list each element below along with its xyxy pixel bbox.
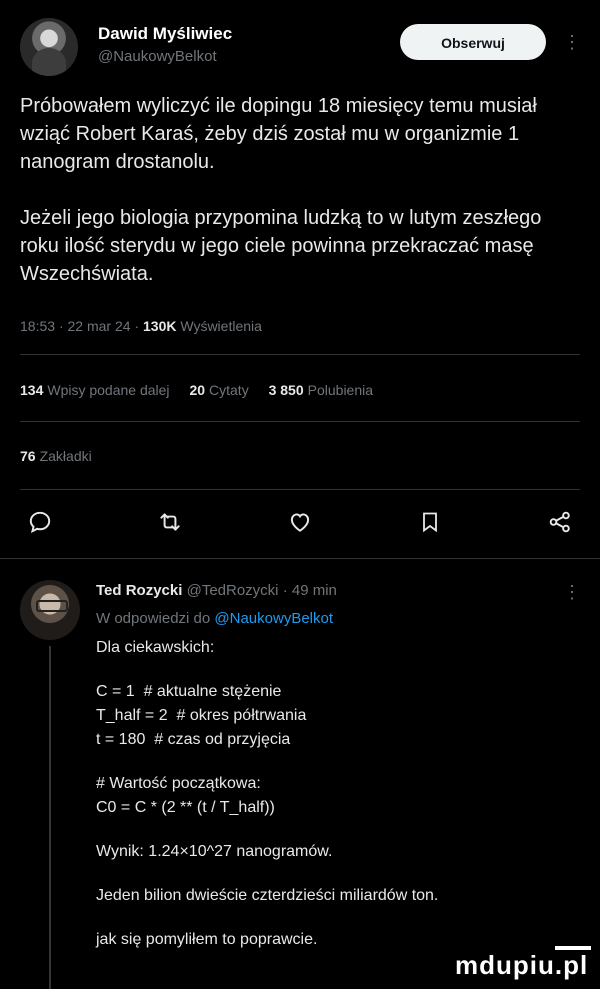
- reply-age[interactable]: 49 min: [292, 582, 337, 599]
- tweet-text: Próbowałem wyliczyć ile dopingu 18 miesi…: [20, 92, 550, 316]
- views-count: 130K: [143, 318, 177, 334]
- divider: [20, 489, 580, 490]
- quotes-label: Cytaty: [209, 382, 249, 398]
- quotes-stat[interactable]: 20 Cytaty: [189, 382, 264, 398]
- quotes-count: 20: [189, 382, 206, 398]
- reposts-label: Wpisy podane dalej: [47, 382, 170, 398]
- reply-author-handle[interactable]: @TedRozycki: [187, 582, 279, 599]
- reply-line: T_half = 2 # okres półtrwania: [96, 707, 307, 724]
- engagement-stats: 134 Wpisy podane dalej 20 Cytaty 3 850 Polu…: [20, 382, 389, 398]
- reply-line: jak się pomyliłem to poprawcie.: [96, 931, 318, 948]
- reply-line: # Wartość początkowa:: [96, 775, 261, 792]
- likes-label: Polubienia: [307, 382, 374, 398]
- reply-line: t = 180 # czas od przyjęcia: [96, 731, 291, 748]
- tweet-paragraph-2: Jeżeli jego biologia przypomina ludzką t…: [20, 207, 542, 285]
- replying-to: W odpowiedzi do @NaukowyBelkot: [96, 610, 333, 627]
- divider: [20, 354, 580, 355]
- tweet-date[interactable]: 22 mar 24: [68, 318, 131, 334]
- reply-line: Dla ciekawskich:: [96, 639, 215, 656]
- author-avatar[interactable]: [20, 18, 78, 76]
- reply-line: Jeden bilion dwieście czterdzieści milia…: [96, 887, 439, 904]
- likes-count: 3 850: [268, 382, 304, 398]
- divider: [20, 421, 580, 422]
- share-icon[interactable]: [540, 502, 580, 542]
- divider: [0, 558, 600, 559]
- reply-line: Wynik: 1.24×10^27 nanogramów.: [96, 843, 333, 860]
- reply-line: C = 1 # aktualne stężenie: [96, 683, 282, 700]
- tweet-meta: 18:53 · 22 mar 24 · 130K Wyświetlenia: [20, 318, 262, 334]
- views-label: Wyświetlenia: [180, 318, 262, 334]
- follow-button[interactable]: Obserwuj: [400, 24, 546, 60]
- replying-to-handle[interactable]: @NaukowyBelkot: [214, 610, 333, 627]
- tweet-time[interactable]: 18:53: [20, 318, 55, 334]
- reply-header: Ted Rozycki @TedRozycki · 49 min: [96, 582, 337, 599]
- more-icon[interactable]: ⋮: [563, 28, 581, 56]
- more-icon[interactable]: ⋮: [563, 582, 581, 603]
- watermark: mdupiu.pl: [455, 950, 589, 980]
- reply-author-name[interactable]: Ted Rozycki: [96, 582, 182, 599]
- repost-icon[interactable]: [150, 502, 190, 542]
- action-bar: [20, 502, 580, 542]
- author-name[interactable]: Dawid Myśliwiec: [98, 24, 232, 44]
- likes-stat[interactable]: 3 850 Polubienia: [269, 382, 389, 398]
- thread-line: [49, 646, 51, 989]
- tweet-paragraph-1: Próbowałem wyliczyć ile dopingu 18 miesi…: [20, 95, 537, 173]
- replying-to-prefix: W odpowiedzi do: [96, 610, 211, 627]
- like-icon[interactable]: [280, 502, 320, 542]
- bookmarks-count: 76: [20, 448, 36, 464]
- bookmarks-label: Zakładki: [39, 448, 92, 464]
- reply-text: Dla ciekawskich: C = 1 # aktualne stężen…: [96, 636, 566, 952]
- reposts-count: 134: [20, 382, 44, 398]
- author-handle[interactable]: @NaukowyBelkot: [98, 48, 217, 65]
- reply-line: C0 = C * (2 ** (t / T_half)): [96, 799, 275, 816]
- reply-avatar[interactable]: [20, 580, 80, 640]
- bookmarks-stat[interactable]: 76 Zakładki: [20, 448, 108, 464]
- reply-icon[interactable]: [20, 502, 60, 542]
- bookmark-icon[interactable]: [410, 502, 450, 542]
- reposts-stat[interactable]: 134 Wpisy podane dalej: [20, 382, 186, 398]
